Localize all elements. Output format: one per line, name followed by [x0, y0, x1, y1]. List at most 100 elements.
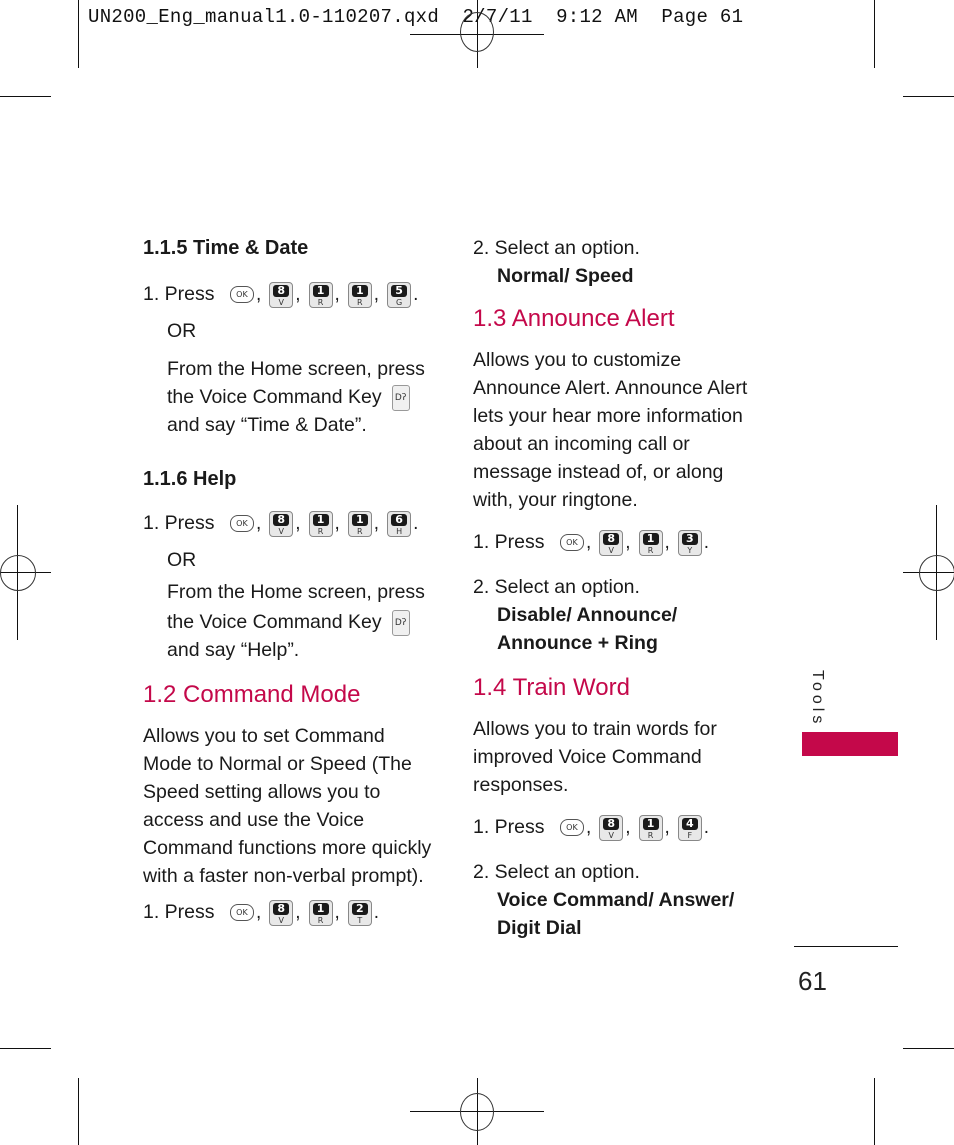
- step-prefix: 1. Press: [143, 511, 215, 534]
- step-1: 1. Press OK, 8 V, 1 R, 3 Y.: [473, 528, 773, 557]
- key-letter: V: [608, 830, 614, 840]
- chapter-tab-label: Tools: [809, 670, 826, 728]
- text-line: Allows you to set Command: [143, 724, 385, 747]
- option-list: Voice Command/ Answer/Digit Dial: [473, 886, 773, 942]
- alt-line: the Voice Command Key Dʔ: [143, 383, 443, 411]
- key-number: 1: [642, 532, 659, 545]
- key-letter: R: [357, 526, 363, 536]
- keypad-key-2-icon: 2T: [347, 899, 372, 926]
- alt-line-text: the Voice Command Key: [167, 385, 382, 408]
- separator: ,: [585, 531, 592, 553]
- key-number: 2: [351, 902, 368, 915]
- alt-line: and say “Help”.: [167, 638, 300, 661]
- separator: .: [703, 531, 710, 553]
- crop-mark: [903, 96, 954, 97]
- separator: ,: [255, 512, 262, 534]
- voice-command-key-icon: Dʔ: [391, 609, 410, 636]
- key-number: 3: [681, 532, 698, 545]
- separator: ,: [625, 816, 631, 838]
- keypad-key-1-icon: 1R: [638, 814, 663, 841]
- key-number: 8: [603, 532, 620, 545]
- chapter-tab-bar: [802, 732, 898, 756]
- separator: ,: [585, 816, 592, 838]
- alt-line: and say “Time & Date”.: [167, 413, 367, 436]
- page-number: 61: [798, 966, 827, 996]
- separator: ,: [255, 901, 262, 923]
- alt-line: From the Home screen, press: [167, 357, 425, 380]
- text-line: Allows you to train words for: [473, 717, 717, 740]
- text-line: Announce + Ring: [497, 631, 658, 654]
- key-letter: R: [357, 297, 363, 307]
- registration-mark: [0, 555, 36, 591]
- key-letter: T: [357, 915, 363, 925]
- text-line: Speed setting allows you to: [143, 780, 381, 803]
- text-line: Announce Alert. Announce Alert: [473, 377, 748, 399]
- key-letter: R: [647, 545, 654, 555]
- step-1: 1. Press OK, 8 V, 1 R, 4 F.: [473, 813, 773, 842]
- step-2: 2. Select an option.: [473, 575, 640, 598]
- text-line: with, your ringtone.: [473, 489, 638, 511]
- step-1: 1. Press OK, 8 V, 1 R, 1 R, 6 H.: [143, 509, 443, 538]
- separator: ,: [255, 283, 262, 305]
- separator: .: [703, 816, 710, 838]
- key-number: 8: [273, 902, 290, 915]
- separator: .: [413, 283, 419, 305]
- keypad-key-3-icon: 3Y: [677, 529, 702, 556]
- ok-key-icon: OK: [559, 819, 584, 837]
- key-number: 1: [642, 817, 659, 830]
- key-sequence: OK, 8 V, 1 R, 3 Y.: [550, 529, 709, 557]
- ok-key-icon: OK: [559, 534, 584, 552]
- keypad-key-8-icon: 8V: [599, 529, 624, 556]
- section-title: 1.2 Command Mode: [143, 680, 361, 708]
- keypad-key-1-icon: 1R: [638, 529, 663, 556]
- text-line: Mode to Normal or Speed (The: [143, 752, 412, 775]
- key-letter: R: [317, 526, 324, 536]
- step-2: 2. Select an option.: [473, 860, 640, 883]
- separator: ,: [664, 816, 670, 838]
- key-sequence: OK, 8 V, 1 R, 4 F.: [550, 814, 709, 842]
- key-letter: V: [278, 915, 284, 925]
- crop-mark: [903, 1048, 954, 1049]
- step-prefix: 1. Press: [473, 815, 545, 838]
- crop-mark: [874, 1078, 875, 1145]
- key-letter: R: [317, 915, 324, 925]
- left-column: 1.1.5 Time & Date 1. Press OK, 8 V, 1 R, 1 R, 5…: [143, 234, 443, 927]
- keypad-key-8-icon: 8V: [599, 814, 624, 841]
- step-prefix: 1. Press: [143, 283, 215, 305]
- key-sequence: OK, 8 V, 1 R, 1 R, 5 G.: [220, 281, 418, 309]
- step-1: 1. Press OK, 8 V, 1 R, 1 R, 5 G.: [143, 280, 443, 309]
- section-body: Allows you to customize Announce Alert. A…: [473, 346, 773, 514]
- keypad-key-8-icon: 8V: [269, 510, 294, 537]
- text-line: responses.: [473, 773, 569, 796]
- section-heading: 1.1.6 Help: [143, 467, 237, 490]
- ok-key-icon: OK: [229, 286, 254, 304]
- key-number: 4: [681, 817, 698, 830]
- text-line: Digit Dial: [497, 916, 582, 939]
- text-line: Disable/ Announce/: [497, 603, 678, 626]
- section-heading: 1.1.5 Time & Date: [143, 237, 309, 259]
- text-line: about an incoming call or: [473, 433, 690, 455]
- key-number: 1: [351, 284, 368, 297]
- key-letter: V: [278, 526, 284, 536]
- alt-line: the Voice Command Key Dʔ: [143, 608, 443, 636]
- text-line: access and use the Voice: [143, 808, 365, 831]
- registration-mark: [919, 555, 954, 591]
- text-line: with a faster non-verbal prompt).: [143, 864, 424, 887]
- separator: .: [373, 901, 380, 923]
- section-body: Allows you to train words for improved Vo…: [473, 715, 773, 799]
- separator: .: [413, 512, 419, 534]
- key-letter: V: [278, 297, 284, 307]
- separator: ,: [334, 283, 340, 305]
- or-text: OR: [167, 319, 197, 342]
- alt-line-text: the Voice Command Key: [167, 610, 382, 633]
- keypad-key-4-icon: 4F: [677, 814, 702, 841]
- separator: ,: [625, 531, 631, 553]
- section-body: Allows you to set Command Mode to Normal …: [143, 722, 443, 890]
- option-list: Disable/ Announce/Announce + Ring: [473, 601, 773, 657]
- keypad-key-1-icon: 1R: [347, 281, 372, 308]
- key-number: 8: [603, 817, 620, 830]
- key-sequence: OK, 8 V, 1 R, 2 T.: [220, 899, 379, 927]
- separator: ,: [373, 283, 380, 305]
- ok-key-icon: OK: [229, 515, 254, 533]
- key-number: 1: [312, 902, 329, 915]
